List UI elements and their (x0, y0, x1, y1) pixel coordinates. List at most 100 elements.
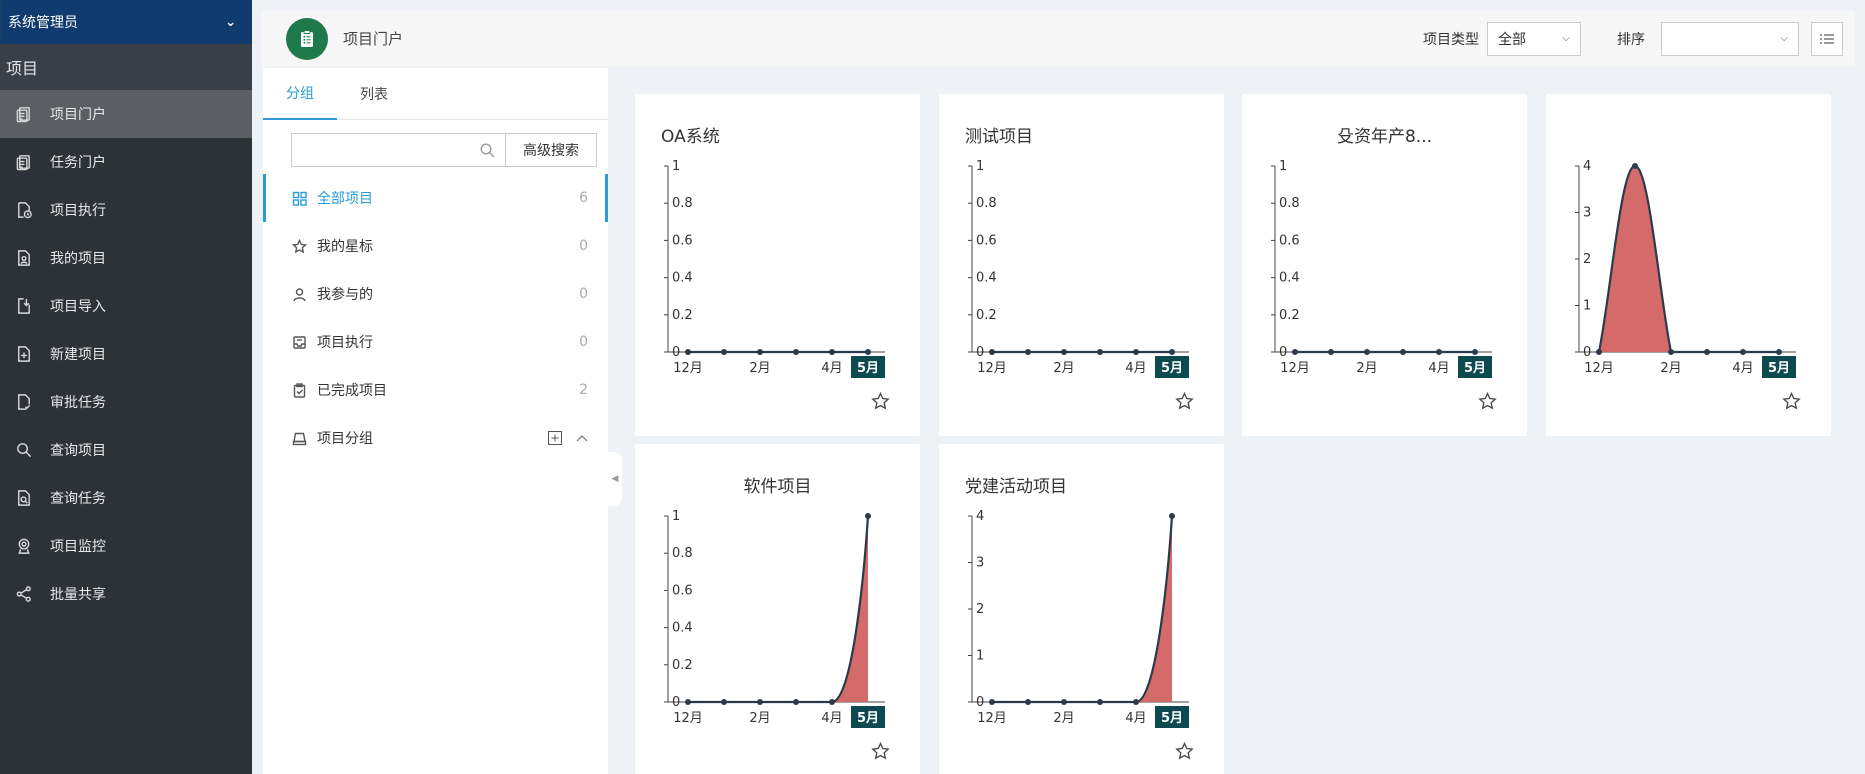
y-tick-label: 0.4 (976, 271, 997, 286)
group-label: 全部项目 (317, 191, 373, 207)
data-point (1364, 349, 1370, 355)
view-menu-button[interactable] (1811, 21, 1843, 56)
card-title: 殳资年产8... (1336, 127, 1433, 147)
group-actions (548, 431, 588, 445)
group-item-0[interactable]: 全部项目 6 (263, 174, 608, 222)
data-point (1025, 349, 1031, 355)
sidebar-item-10[interactable]: 批量共享 (0, 570, 252, 618)
sidebar-item-7[interactable]: 查询项目 (0, 426, 252, 474)
file-user-icon (14, 248, 34, 268)
data-point (1061, 349, 1067, 355)
favorite-star-button[interactable] (1175, 391, 1194, 415)
search-icon (14, 440, 34, 460)
y-tick-label: 0.8 (672, 546, 693, 561)
card-title: OA系统 (661, 127, 720, 147)
project-card[interactable]: 党建活动项目 0 1 2 3 4 12月 2月 4月 5月 (939, 444, 1224, 774)
y-tick-label: 0.2 (672, 308, 693, 323)
y-tick-label: 0.8 (672, 196, 693, 211)
x-tick-label: 12月 (673, 711, 703, 726)
tab-list[interactable]: 列表 (337, 68, 411, 120)
data-point (721, 699, 727, 705)
star-icon (1175, 741, 1194, 760)
data-point (685, 699, 691, 705)
group-label: 项目执行 (317, 335, 373, 351)
add-group-icon[interactable] (548, 431, 562, 445)
data-point (1472, 349, 1478, 355)
data-point (1097, 349, 1103, 355)
sidebar-item-9[interactable]: 项目监控 (0, 522, 252, 570)
project-card[interactable]: 测试项目 0 0.2 0.4 0.6 0.8 1 12月 2月 4月 5月 (939, 94, 1224, 436)
y-tick-label: 0.6 (1279, 233, 1300, 248)
sidebar-item-3[interactable]: 我的项目 (0, 234, 252, 282)
favorite-star-button[interactable] (871, 391, 890, 415)
page-title: 项目门户 (343, 30, 404, 48)
group-item-2[interactable]: 我参与的 0 (263, 270, 608, 318)
group-item-1[interactable]: 我的星标 0 (263, 222, 608, 270)
favorite-star-button[interactable] (871, 741, 890, 765)
clipboard-check-icon (291, 382, 307, 398)
group-item-5[interactable]: 项目分组 (263, 414, 608, 462)
y-tick-label: 1 (672, 159, 680, 174)
sidebar-item-0[interactable]: 项目门户 (0, 90, 252, 138)
data-point (989, 349, 995, 355)
project-type-select[interactable]: 全部 ⌵ (1487, 21, 1581, 56)
group-item-3[interactable]: 项目执行 0 (263, 318, 608, 366)
project-card[interactable]: 0 1 2 3 4 12月 2月 4月 5月 (1546, 94, 1831, 436)
x-tick-label: 5月 (857, 711, 879, 726)
y-tick-label: 4 (976, 509, 984, 524)
data-point (757, 699, 763, 705)
user-menu[interactable]: 系统管理员 ⌄ (0, 0, 252, 44)
y-tick-label: 0.2 (976, 308, 997, 323)
sidebar-item-8[interactable]: 查询任务 (0, 474, 252, 522)
card-title: 测试项目 (965, 127, 1033, 147)
collapse-panel-handle[interactable]: ◀ (608, 452, 622, 506)
project-card[interactable]: 殳资年产8... 0 0.2 0.4 0.6 0.8 1 12月 2月 4月 5月 (1242, 94, 1527, 436)
favorite-star-button[interactable] (1175, 741, 1194, 765)
sidebar-item-2[interactable]: 项目执行 (0, 186, 252, 234)
x-tick-label: 4月 (1125, 361, 1146, 376)
data-point (793, 699, 799, 705)
data-point (865, 349, 871, 355)
y-tick-label: 1 (976, 649, 984, 664)
sidebar-item-label: 审批任务 (50, 395, 106, 411)
sidebar-item-5[interactable]: 新建项目 (0, 330, 252, 378)
favorite-star-button[interactable] (1478, 391, 1497, 415)
project-chart: 0 1 2 3 4 12月 2月 4月 5月 (968, 509, 1189, 728)
series-line (688, 515, 870, 704)
chevron-up-icon[interactable] (576, 434, 588, 442)
area-fill (1136, 516, 1172, 702)
y-tick-label: 0.4 (672, 621, 693, 636)
search-input[interactable] (291, 133, 505, 167)
y-tick-label: 0 (672, 345, 680, 360)
project-card[interactable]: 软件项目 0 0.2 0.4 0.6 0.8 1 12月 2月 4月 5月 (635, 444, 920, 774)
tab-group[interactable]: 分组 (263, 68, 337, 120)
series-line (992, 515, 1174, 704)
group-item-4[interactable]: 已完成项目 2 (263, 366, 608, 414)
sort-label: 排序 (1617, 31, 1645, 48)
file-clock-icon (14, 200, 34, 220)
data-point (1133, 699, 1139, 705)
y-tick-label: 3 (1583, 206, 1591, 221)
sort-select[interactable]: ⌵ (1661, 21, 1799, 56)
x-tick-label: 5月 (1464, 361, 1486, 376)
project-card[interactable]: OA系统 0 0.2 0.4 0.6 0.8 1 12月 2月 4月 5月 (635, 94, 920, 436)
x-tick-label: 4月 (1125, 711, 1146, 726)
x-tick-label: 5月 (857, 361, 879, 376)
x-tick-label: 2月 (749, 711, 770, 726)
sidebar-item-1[interactable]: 任务门户 (0, 138, 252, 186)
y-tick-label: 0.6 (672, 233, 693, 248)
star-icon (291, 238, 307, 254)
y-tick-label: 0.6 (672, 583, 693, 598)
project-type-label: 项目类型 (1423, 31, 1479, 48)
group-count: 0 (579, 238, 588, 254)
y-tick-label: 0.6 (976, 233, 997, 248)
sidebar-item-4[interactable]: 项目导入 (0, 282, 252, 330)
x-tick-label: 2月 (749, 361, 770, 376)
advanced-search-button[interactable]: 高级搜索 (505, 133, 597, 167)
sidebar-item-6[interactable]: 审批任务 (0, 378, 252, 426)
favorite-star-button[interactable] (1782, 391, 1801, 415)
group-count: 2 (579, 382, 588, 398)
star-icon (871, 391, 890, 410)
group-count: 6 (579, 190, 588, 206)
chevron-down-icon: ⌵ (1562, 33, 1570, 44)
